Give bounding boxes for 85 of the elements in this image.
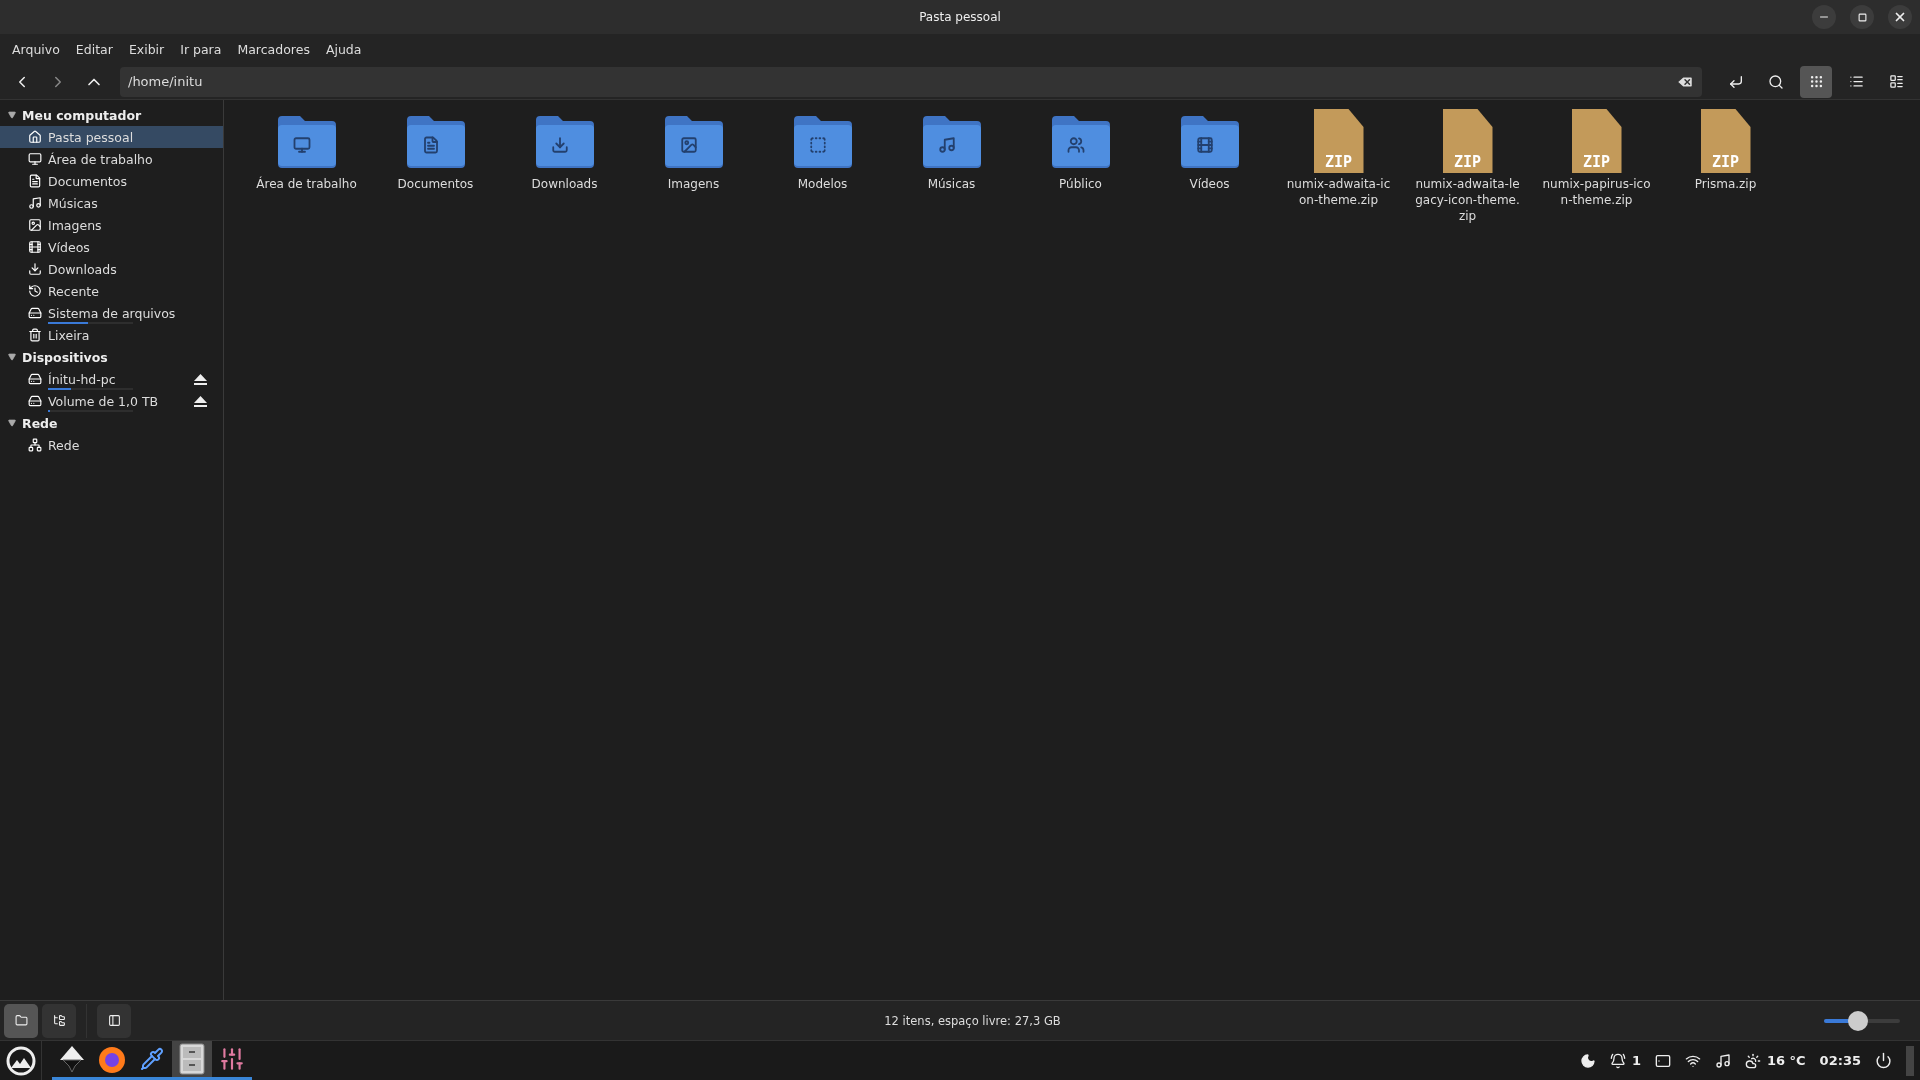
- grid-view-icon: [1808, 74, 1824, 89]
- folder-icon: [14, 1014, 28, 1027]
- download-icon: [28, 262, 42, 276]
- sidebar-icon: [107, 1014, 121, 1027]
- drive-icon: [28, 372, 42, 386]
- expander-icon[interactable]: [8, 111, 16, 119]
- music-note-icon[interactable]: [1714, 1052, 1731, 1069]
- notification-icon[interactable]: [1609, 1052, 1626, 1069]
- search-icon: [1768, 73, 1784, 90]
- expander-icon[interactable]: [8, 353, 16, 361]
- sidebar-item[interactable]: Rede: [0, 434, 223, 456]
- menu-item[interactable]: Editar: [67, 41, 121, 57]
- eject-icon[interactable]: [194, 395, 207, 407]
- display-icon[interactable]: [1654, 1052, 1671, 1069]
- file-cabinet-icon: [179, 1043, 205, 1075]
- minimize-button[interactable]: [1812, 5, 1836, 29]
- eject-icon[interactable]: [194, 373, 207, 385]
- clock: 02:35: [1819, 1053, 1861, 1068]
- sidebar-button[interactable]: [97, 1003, 131, 1038]
- eyedropper-icon: [140, 1047, 164, 1071]
- notification-count: 1: [1631, 1053, 1641, 1068]
- section-title: Dispositivos: [22, 349, 108, 365]
- menu-item[interactable]: Marcadores: [229, 41, 318, 57]
- sidebar-item[interactable]: Músicas: [0, 192, 223, 214]
- menu-item[interactable]: Ajuda: [317, 41, 370, 57]
- sidebar-item[interactable]: Imagens: [0, 214, 223, 236]
- drive-icon: [28, 306, 42, 320]
- sidebar-item[interactable]: Lixeira: [0, 324, 223, 346]
- music-note-icon: [28, 196, 42, 210]
- power-icon[interactable]: [1875, 1052, 1892, 1069]
- archive-icon: ZIP: [1313, 109, 1364, 173]
- temperature: 16 °C: [1766, 1053, 1806, 1068]
- file-item[interactable]: ZIP numix-adwaita-legacy-icon-theme.zip: [1403, 110, 1532, 224]
- return-arrow-icon: [1728, 73, 1744, 90]
- close-icon: [1893, 10, 1907, 24]
- sidebar-item[interactable]: Área de trabalho: [0, 148, 223, 170]
- tree-button[interactable]: [42, 1003, 76, 1038]
- grid-view-button[interactable]: [1800, 65, 1832, 98]
- browser-icon: [97, 1044, 127, 1074]
- home-icon: [28, 130, 42, 144]
- film-icon: [28, 240, 42, 254]
- monitor-icon: [28, 152, 42, 166]
- maximize-icon: [1857, 12, 1867, 22]
- archive-icon: ZIP: [1442, 109, 1493, 173]
- menu-item[interactable]: Exibir: [120, 41, 173, 57]
- close-button[interactable]: [1888, 5, 1912, 29]
- maximize-button[interactable]: [1850, 5, 1874, 29]
- file-item[interactable]: ZIP Prisma.zip: [1661, 110, 1790, 192]
- menu-item[interactable]: Arquivo: [4, 41, 68, 57]
- compact-view-icon: [1888, 74, 1904, 89]
- window-title: Pasta pessoal: [919, 10, 1001, 24]
- menu-item[interactable]: Ir para: [172, 41, 230, 57]
- sidebar-item[interactable]: Ínitu-hd-pc: [0, 368, 223, 390]
- image-icon: [28, 218, 42, 232]
- folder-button[interactable]: [4, 1003, 38, 1038]
- network-icon: [28, 438, 42, 452]
- archive-icon: ZIP: [1571, 109, 1622, 173]
- sidebar-item[interactable]: Pasta pessoal: [0, 126, 223, 148]
- expander-icon[interactable]: [8, 419, 16, 427]
- tree-icon: [52, 1014, 66, 1027]
- sidebar-item[interactable]: Sistema de arquivos: [0, 302, 223, 324]
- sidebar-item[interactable]: Recente: [0, 280, 223, 302]
- file-item[interactable]: ZIP numix-adwaita-icon-theme.zip: [1274, 110, 1403, 208]
- drive-icon: [28, 394, 42, 408]
- status-text: 12 itens, espaço livre: 27,3 GB: [883, 1013, 1062, 1028]
- slider-thumb[interactable]: [1848, 1010, 1869, 1031]
- mixer-icon: [219, 1046, 245, 1072]
- weather-icon[interactable]: [1744, 1052, 1761, 1069]
- taskbar-app[interactable]: [172, 1041, 212, 1080]
- trash-icon: [28, 328, 42, 342]
- document-icon: [28, 174, 42, 188]
- list-view-icon: [1848, 74, 1864, 89]
- section-title: Rede: [22, 415, 58, 431]
- sidebar-item[interactable]: Downloads: [0, 258, 223, 280]
- path-field[interactable]: /home/initu: [120, 66, 1702, 97]
- sidebar-item[interactable]: Vídeos: [0, 236, 223, 258]
- history-icon: [28, 284, 42, 298]
- sidebar-item[interactable]: Documentos: [0, 170, 223, 192]
- sidebar-item[interactable]: Volume de 1,0 TB: [0, 390, 223, 412]
- mountain-logo-icon: [5, 1045, 36, 1076]
- night-mode-icon[interactable]: [1579, 1052, 1596, 1069]
- app-icon: [57, 1044, 87, 1074]
- file-item[interactable]: ZIP numix-papirus-icon-theme.zip: [1532, 110, 1661, 208]
- archive-icon: ZIP: [1700, 109, 1751, 173]
- section-title: Meu computador: [22, 107, 142, 123]
